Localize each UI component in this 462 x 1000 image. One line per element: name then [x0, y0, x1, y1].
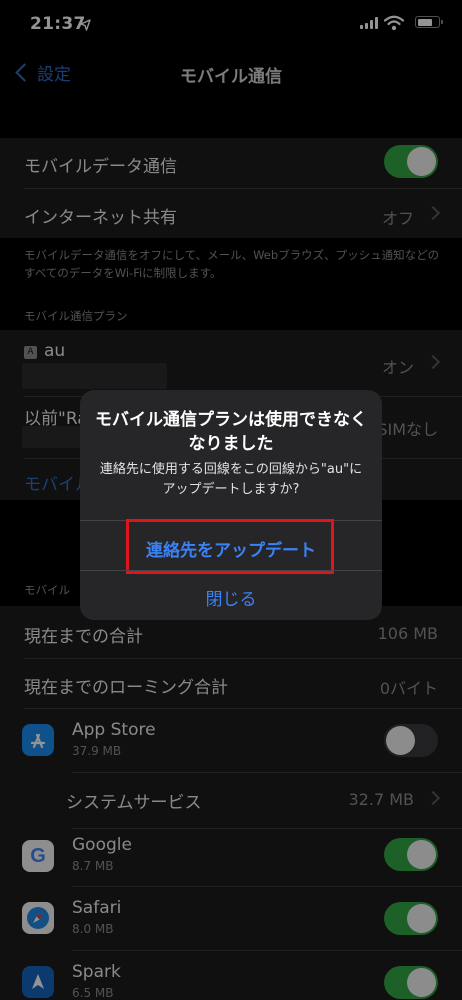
alert-dialog: モバイル通信プランは使用できなくなりました 連絡先に使用する回線をこの回線から"…: [80, 390, 382, 620]
highlight-box: [126, 519, 334, 574]
divider: [80, 570, 382, 571]
alert-message: 連絡先に使用する回線をこの回線から"au"にアップデートしますか?: [99, 462, 363, 497]
close-button[interactable]: 閉じる: [80, 585, 382, 610]
alert-title: モバイル通信プランは使用できなくなりました: [95, 410, 367, 454]
